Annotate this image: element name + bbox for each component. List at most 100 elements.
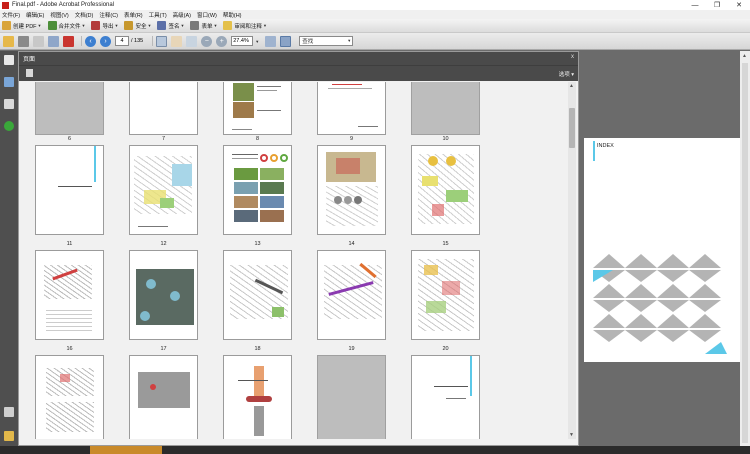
menu-window[interactable]: 窗口(W) — [197, 11, 217, 19]
secure-label: 安全 — [135, 23, 147, 30]
pages-panel: 页面 x 选项 ▾ 6 7 8 9 10 11 12 13 14 15 16 1… — [18, 51, 579, 446]
page-number-input[interactable]: 4 — [115, 36, 129, 46]
page-thumbnail[interactable] — [129, 250, 198, 340]
document-scrollbar[interactable]: ▲ — [740, 51, 750, 454]
page-thumbnail[interactable] — [317, 145, 386, 235]
pages-panel-toolbar: 选项 ▾ — [19, 65, 578, 81]
navigation-toolbar: ‹ › 4 / 135 − + 27.4% ▼ 查找 ▼ — [0, 33, 750, 50]
chevron-down-icon: ▼ — [213, 23, 218, 28]
review-comment-button[interactable]: 审阅和注释 ▼ — [223, 21, 267, 30]
acrobat-icon — [2, 1, 9, 9]
minimize-button[interactable]: — — [684, 0, 706, 10]
sign-button[interactable]: 签名 ▼ — [157, 21, 184, 30]
menu-document[interactable]: 文档(D) — [75, 11, 94, 19]
menu-view[interactable]: 视图(V) — [50, 11, 68, 19]
menu-tools[interactable]: 工具(T) — [149, 11, 167, 19]
zoom-dropdown-icon[interactable]: ▼ — [255, 39, 259, 44]
menu-file[interactable]: 文件(F) — [2, 11, 20, 19]
signatures-icon[interactable] — [4, 99, 14, 109]
taskbar-active-app[interactable] — [90, 446, 162, 454]
menu-advanced[interactable]: 高级(A) — [173, 11, 191, 19]
save-icon[interactable] — [33, 35, 44, 47]
create-pdf-button[interactable]: 创建 PDF ▼ — [2, 21, 42, 30]
page-thumbnail[interactable] — [35, 82, 104, 135]
fit-width-icon[interactable] — [280, 35, 292, 47]
page-thumbnail[interactable] — [129, 355, 198, 439]
zoom-level-input[interactable]: 27.4% — [231, 36, 254, 46]
chevron-down-icon: ▼ — [147, 23, 152, 28]
chevron-down-icon: ▼ — [180, 23, 185, 28]
comment-icon — [223, 21, 233, 30]
scroll-up-icon[interactable]: ▲ — [569, 83, 574, 89]
menu-comments[interactable]: 注释(C) — [99, 11, 118, 19]
page-thumbnail[interactable] — [317, 355, 386, 439]
close-button[interactable]: ✕ — [728, 0, 750, 10]
page-number-label: 12 — [160, 241, 167, 247]
export-icon — [91, 21, 101, 30]
acrobat-logo-icon[interactable] — [63, 35, 74, 47]
hand-tool-icon[interactable] — [171, 35, 183, 47]
page-thumbnail[interactable] — [35, 250, 104, 340]
scrollbar-thumb[interactable] — [569, 108, 575, 148]
sign-label: 签名 — [168, 23, 180, 30]
page-number-label: 10 — [442, 136, 449, 142]
forms-button[interactable]: 表单 ▼ — [190, 21, 217, 30]
next-page-icon[interactable]: › — [100, 35, 111, 47]
menu-forms[interactable]: 表单(R) — [124, 11, 143, 19]
zoom-out-icon[interactable]: − — [201, 35, 213, 47]
email-icon[interactable] — [48, 35, 59, 47]
page-thumbnail[interactable] — [411, 82, 480, 135]
select-tool-icon[interactable] — [156, 35, 168, 47]
bookmarks-icon[interactable] — [4, 77, 14, 87]
options-menu[interactable]: 选项 ▾ — [559, 70, 574, 78]
page-thumbnail[interactable] — [411, 355, 480, 439]
print-icon[interactable] — [18, 35, 29, 47]
chevron-down-icon: ▼ — [114, 23, 119, 28]
maximize-button[interactable]: ❐ — [706, 0, 728, 10]
attachment-icon[interactable] — [4, 407, 14, 417]
page-number-label: 18 — [254, 346, 261, 352]
page-thumbnail[interactable] — [317, 250, 386, 340]
menu-edit[interactable]: 编辑(E) — [26, 11, 44, 19]
zoom-tool-icon[interactable] — [186, 35, 198, 47]
lock-icon — [124, 21, 134, 30]
scroll-up-icon[interactable]: ▲ — [742, 53, 747, 59]
open-folder-icon[interactable] — [3, 35, 14, 47]
export-label: 导出 — [102, 23, 114, 30]
page-thumbnail[interactable] — [129, 145, 198, 235]
zoom-in-icon[interactable]: + — [216, 35, 228, 47]
page-thumbnail[interactable] — [35, 145, 104, 235]
thumbnail-scrollbar[interactable]: ▲ ▼ — [568, 82, 576, 439]
title-bar: Final.pdf - Adobe Acrobat Professional —… — [0, 0, 750, 10]
menu-help[interactable]: 帮助(H) — [223, 11, 242, 19]
page-thumbnail[interactable] — [317, 82, 386, 135]
document-page[interactable]: INDEX — [584, 138, 741, 362]
forms-label: 表单 — [201, 23, 213, 30]
page-thumbnail[interactable] — [411, 145, 480, 235]
comments-icon[interactable] — [4, 431, 14, 441]
scrollbar-thumb[interactable] — [742, 63, 748, 443]
page-thumbnail[interactable] — [223, 82, 292, 135]
navigation-pane-rail — [0, 51, 18, 454]
page-thumbnail[interactable] — [223, 145, 292, 235]
menu-bar: 文件(F) 编辑(E) 视图(V) 文档(D) 注释(C) 表单(R) 工具(T… — [0, 10, 750, 19]
search-input[interactable]: 查找 ▼ — [299, 36, 354, 46]
page-thumbnail[interactable] — [129, 82, 198, 135]
page-thumbnail[interactable] — [35, 355, 104, 439]
export-button[interactable]: 导出 ▼ — [91, 21, 118, 30]
page-number-label: 17 — [160, 346, 167, 352]
page-thumbnail[interactable] — [223, 250, 292, 340]
pages-panel-icon[interactable] — [4, 55, 14, 65]
help-icon[interactable] — [4, 121, 14, 131]
page-thumbnail[interactable] — [223, 355, 292, 439]
page-thumbnail[interactable] — [411, 250, 480, 340]
previous-page-icon[interactable]: ‹ — [85, 35, 96, 47]
page-number-label: 13 — [254, 241, 261, 247]
secure-button[interactable]: 安全 ▼ — [124, 21, 151, 30]
trash-icon[interactable] — [26, 69, 33, 77]
thumbnail-grid: 6 7 8 9 10 11 12 13 14 15 16 17 18 19 20 — [19, 82, 569, 439]
scroll-down-icon[interactable]: ▼ — [569, 432, 574, 438]
panel-close-button[interactable]: x — [571, 54, 574, 60]
combine-files-button[interactable]: 合并文件 ▼ — [47, 21, 85, 30]
fit-page-icon[interactable] — [265, 35, 277, 47]
